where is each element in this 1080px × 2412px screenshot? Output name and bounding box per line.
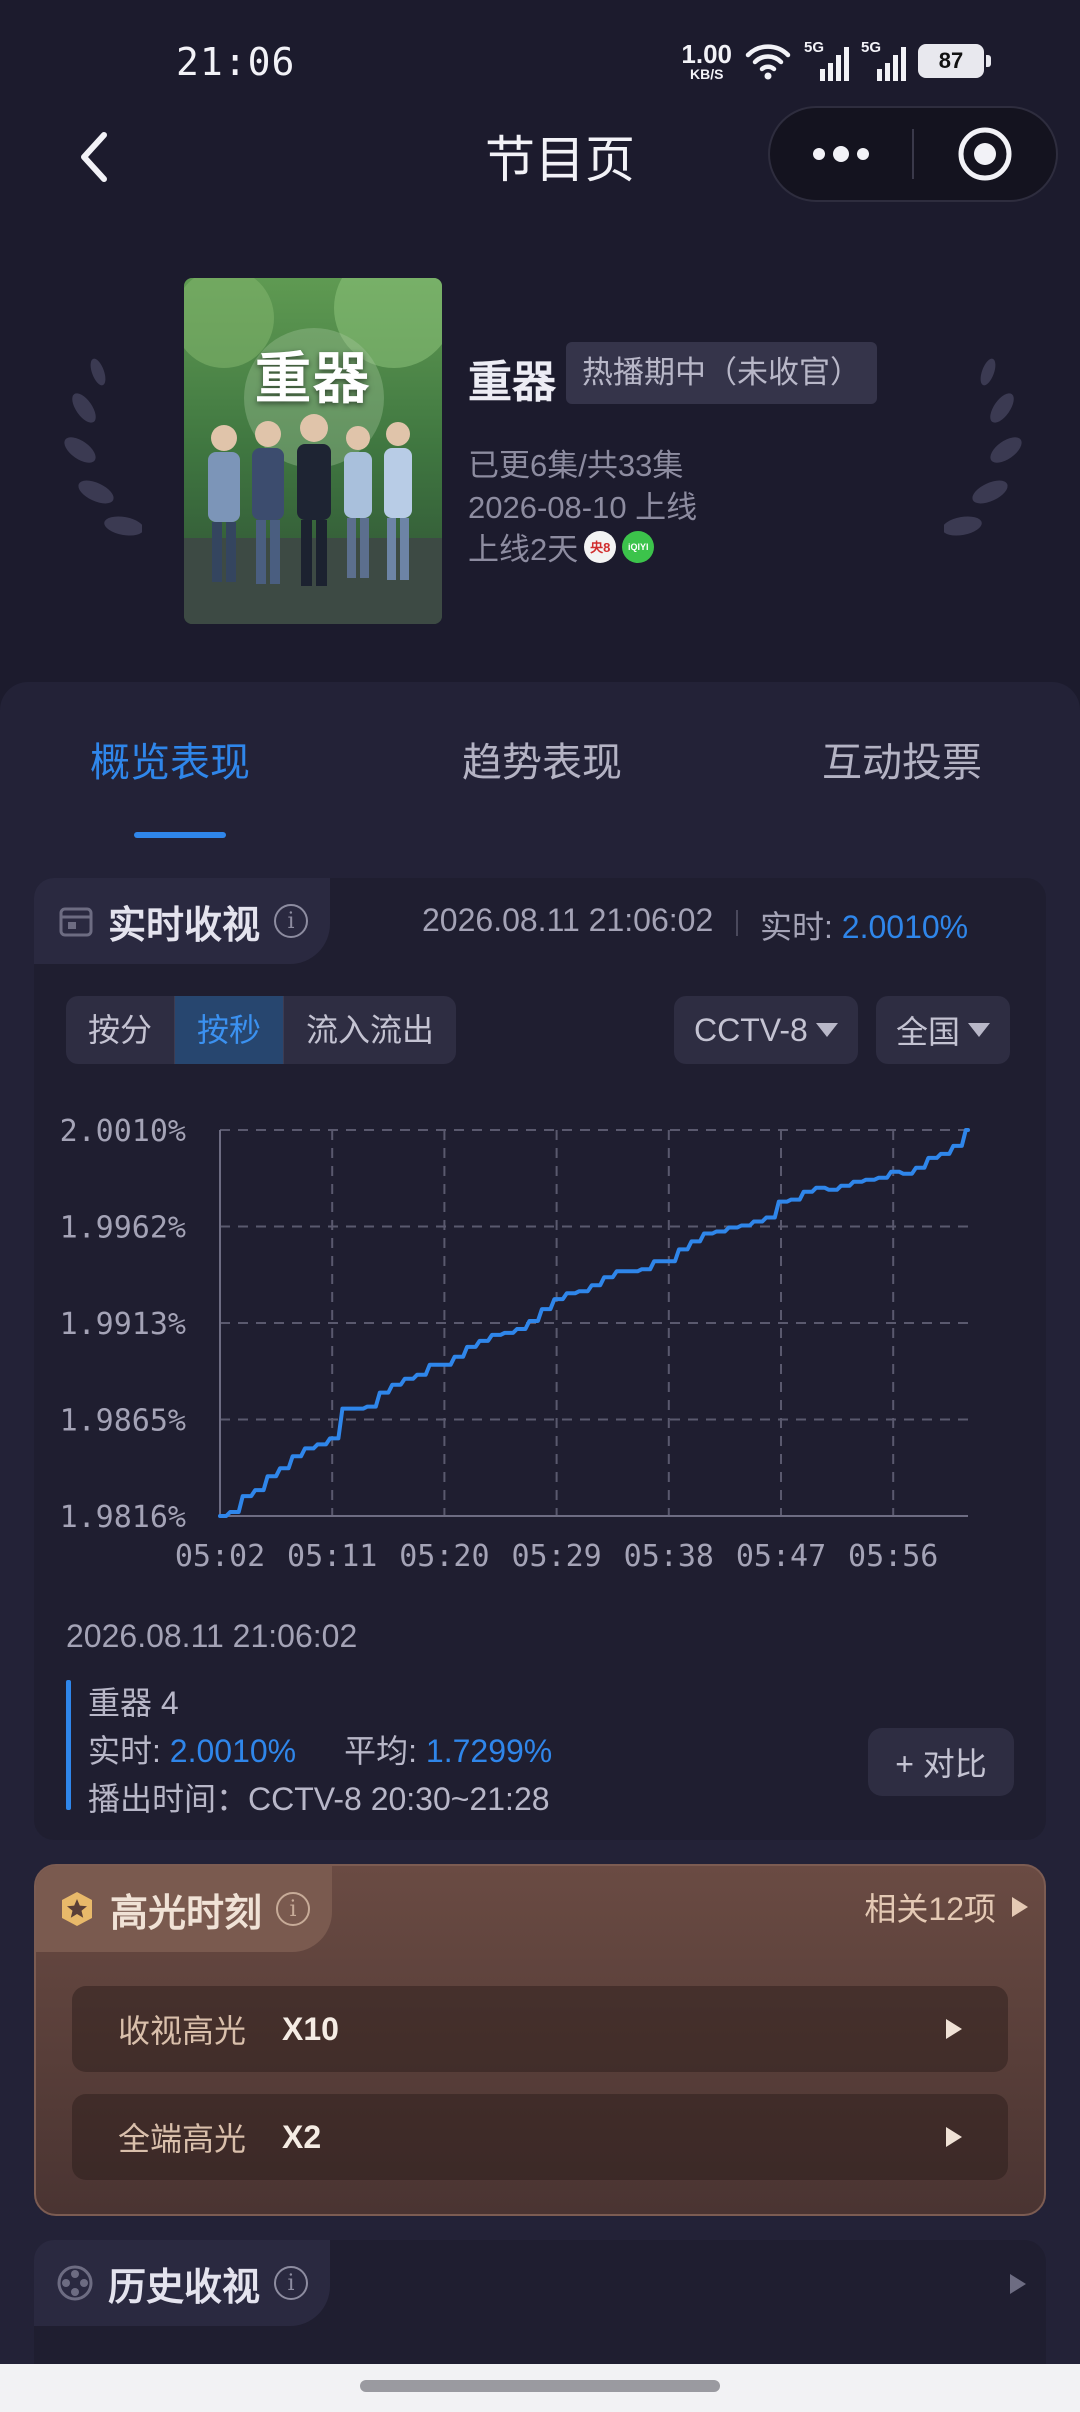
iqiyi-logo: iQIYI bbox=[622, 530, 655, 563]
highlight-label: 全端高光 bbox=[118, 2121, 247, 2157]
realtime-card-header: 实时收视 i bbox=[34, 878, 331, 964]
play-arrow-icon[interactable] bbox=[1008, 2272, 1028, 2296]
highlight-row[interactable]: 收视高光 X10 bbox=[72, 1986, 1008, 2072]
info-icon[interactable]: i bbox=[274, 904, 309, 938]
realtime-rating: 实时: 2.0010% bbox=[760, 902, 968, 948]
tab-overview[interactable]: 概览表现 bbox=[90, 730, 250, 788]
days-online: 上线2天 央8 iQIYI bbox=[468, 524, 655, 569]
laurel-left-icon bbox=[64, 358, 142, 536]
airtime: 播出时间：CCTV-8 20:30~21:28 bbox=[88, 1781, 550, 1817]
highlight-value: X10 bbox=[282, 2010, 339, 2047]
mini-program-capsule bbox=[768, 106, 1058, 202]
network-speed: 1.00 KB/S bbox=[681, 41, 732, 81]
compare-button[interactable]: + 对比 bbox=[868, 1728, 1014, 1796]
show-name: 重器 bbox=[468, 358, 556, 407]
info-icon[interactable]: i bbox=[276, 1892, 311, 1926]
y-tick-label: 1.9962% bbox=[60, 1211, 186, 1246]
y-tick-label: 1.9913% bbox=[60, 1307, 186, 1342]
release-date: 2026-08-10 上线 bbox=[468, 490, 698, 525]
signal-label: 5G bbox=[804, 39, 825, 56]
realtime-title: 实时收视 bbox=[108, 904, 261, 947]
highlight-row[interactable]: 全端高光 X2 bbox=[72, 2094, 1008, 2180]
segment-by-minute[interactable]: 按分 bbox=[66, 996, 174, 1064]
tab-vote[interactable]: 互动投票 bbox=[822, 730, 982, 788]
net-speed-unit: KB/S bbox=[689, 66, 724, 82]
region-value: 全国 bbox=[896, 1014, 961, 1050]
highlight-more-link[interactable]: 相关12项 bbox=[864, 1884, 1028, 1930]
play-arrow-icon bbox=[946, 2127, 962, 2147]
laurel-right-icon bbox=[944, 358, 1022, 536]
cctv8-logo: 央8 bbox=[584, 530, 617, 563]
x-tick-label: 05:29 bbox=[511, 1539, 601, 1574]
days-online-text: 上线2天 bbox=[468, 532, 579, 567]
poster-title: 重器 bbox=[255, 347, 371, 410]
more-dots-icon bbox=[813, 146, 869, 162]
segment-flow[interactable]: 流入流出 bbox=[284, 996, 456, 1064]
y-tick-label: 2.0010% bbox=[60, 1114, 186, 1149]
play-arrow-icon bbox=[946, 2019, 962, 2039]
x-tick-label: 05:38 bbox=[624, 1539, 714, 1574]
x-tick-label: 05:56 bbox=[848, 1539, 938, 1574]
detail-realtime-label: 实时: bbox=[88, 1733, 170, 1769]
granularity-segmented-control: 按分 按秒 流入流出 bbox=[66, 996, 457, 1064]
highlight-title: 高光时刻 bbox=[110, 1892, 263, 1935]
realtime-value: 2.0010% bbox=[841, 909, 969, 945]
realtime-line-chart[interactable]: 2.0010% 1.9962% 1.9913% 1.9865% 1.9816% 05:02… bbox=[0, 1080, 1080, 1580]
divider bbox=[736, 910, 738, 936]
tv-calendar-icon bbox=[59, 907, 93, 937]
target-circle-icon bbox=[958, 127, 1012, 181]
x-tick-label: 05:47 bbox=[736, 1539, 826, 1574]
region-dropdown[interactable]: 全国 bbox=[876, 996, 1011, 1064]
channel-dropdown[interactable]: CCTV-8 bbox=[674, 996, 858, 1064]
battery-icon: 87 bbox=[918, 44, 991, 78]
realtime-label: 实时: bbox=[760, 909, 842, 945]
wifi-icon bbox=[745, 44, 791, 80]
status-badge: 热播期中（未收官） bbox=[566, 342, 877, 404]
x-tick-label: 05:20 bbox=[399, 1539, 489, 1574]
series-indicator-bar bbox=[66, 1680, 71, 1810]
battery-level: 87 bbox=[938, 48, 964, 73]
play-arrow-icon bbox=[1012, 1897, 1028, 1917]
home-indicator[interactable] bbox=[360, 2380, 720, 2392]
detail-avg-value: 1.7299% bbox=[425, 1733, 553, 1769]
segment-by-second[interactable]: 按秒 bbox=[174, 996, 285, 1064]
caret-down-icon bbox=[968, 1023, 991, 1037]
x-tick-label: 05:02 bbox=[175, 1539, 265, 1574]
y-tick-label: 1.9816% bbox=[60, 1500, 186, 1535]
detail-ratings: 实时: 2.0010% 平均: 1.7299% bbox=[88, 1726, 552, 1772]
episode-label: 重器 4 bbox=[88, 1685, 179, 1721]
highlight-label: 收视高光 bbox=[118, 2013, 247, 2049]
channel-value: CCTV-8 bbox=[694, 1011, 808, 1048]
tab-indicator bbox=[134, 832, 226, 838]
film-reel-icon bbox=[57, 2265, 93, 2301]
star-badge-icon bbox=[62, 1892, 92, 1926]
highlight-value: X2 bbox=[282, 2118, 322, 2155]
detail-realtime-value: 2.0010% bbox=[169, 1733, 297, 1769]
more-button[interactable] bbox=[770, 108, 912, 200]
detail-timestamp: 2026.08.11 21:06:02 bbox=[66, 1618, 358, 1654]
history-title: 历史收视 bbox=[108, 2266, 261, 2309]
signal-label-2: 5G bbox=[861, 39, 882, 56]
status-icons: 1.00 KB/S 5G 5G 87 bbox=[681, 36, 991, 86]
highlight-more-label: 相关12项 bbox=[864, 1891, 996, 1927]
tab-trend[interactable]: 趋势表现 bbox=[462, 730, 622, 788]
detail-avg-label: 平均: bbox=[344, 1733, 426, 1769]
poster-image bbox=[184, 278, 442, 624]
signal-icon: 5G bbox=[804, 39, 849, 81]
net-speed-value: 1.00 bbox=[681, 39, 732, 69]
info-icon[interactable]: i bbox=[274, 2266, 309, 2300]
highlight-card-header: 高光时刻 i bbox=[36, 1866, 333, 1952]
realtime-timestamp: 2026.08.11 21:06:02 bbox=[422, 902, 714, 938]
show-poster[interactable]: 重器 bbox=[184, 278, 442, 624]
history-card-header: 历史收视 i bbox=[34, 2240, 331, 2326]
x-tick-label: 05:11 bbox=[287, 1539, 377, 1574]
episode-count: 已更6集/共33集 bbox=[468, 448, 684, 483]
caret-down-icon bbox=[815, 1023, 838, 1037]
close-mini-program-button[interactable] bbox=[914, 108, 1056, 200]
y-tick-label: 1.9865% bbox=[60, 1404, 186, 1439]
signal-icon-2: 5G bbox=[861, 39, 906, 81]
status-time: 21:06 bbox=[176, 40, 296, 84]
